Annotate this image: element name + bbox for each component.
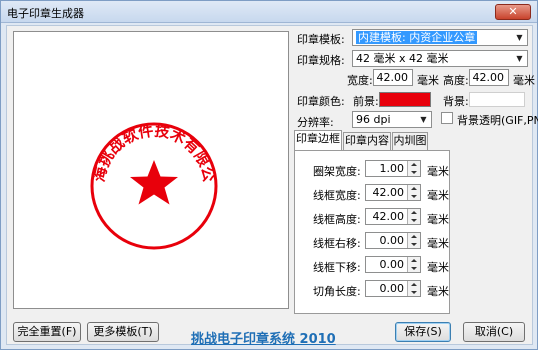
- field-spinner[interactable]: 1.00: [365, 160, 421, 177]
- field-spinner[interactable]: 0.00: [365, 256, 421, 273]
- field-spinner[interactable]: 0.00: [365, 232, 421, 249]
- field-label: 圈架宽度:: [313, 165, 361, 178]
- template-select[interactable]: 内建模板: 内资企业公章 ▼: [352, 29, 528, 46]
- transparent-label: 背景透明(GIF,PNG): [457, 114, 538, 127]
- tab-border[interactable]: 印章边框: [294, 130, 342, 150]
- resolution-value: 96 dpi: [356, 113, 391, 126]
- border-tab-panel: 圈架宽度: 1.00 毫米 线框宽度: 42.00 毫米 线框高度: 42.00: [294, 150, 450, 314]
- field-value: 42.00: [372, 186, 405, 199]
- spin-down-icon[interactable]: [411, 219, 417, 222]
- main-window: 电子印章生成器 ✕ 上海挑战软件技术有限公司 印章模板: 内建模板: 内资企业公…: [0, 0, 538, 350]
- spec-value: 42 毫米 x 42 毫米: [356, 52, 449, 65]
- field-label: 线框下移:: [313, 261, 361, 274]
- field-value: 0.00: [379, 234, 405, 247]
- spin-buttons[interactable]: [407, 281, 420, 296]
- tab-content[interactable]: 印章内容: [343, 132, 391, 150]
- field-label: 切角长度:: [313, 285, 361, 298]
- dialog-client: 上海挑战软件技术有限公司 印章模板: 内建模板: 内资企业公章 ▼ 印章规格: …: [6, 18, 538, 347]
- resolution-label: 分辨率:: [297, 116, 334, 129]
- field-unit: 毫米: [427, 237, 449, 250]
- width-unit: 毫米: [417, 74, 439, 87]
- height-field[interactable]: 42.00: [469, 69, 509, 86]
- spin-down-icon[interactable]: [411, 243, 417, 246]
- field-label: 线框右移:: [313, 237, 361, 250]
- field-unit: 毫米: [427, 261, 449, 274]
- spin-down-icon[interactable]: [411, 291, 417, 294]
- template-value: 内建模板: 内资企业公章: [356, 31, 478, 44]
- field-label: 线框高度:: [313, 213, 361, 226]
- spin-up-icon[interactable]: [411, 163, 417, 166]
- width-label: 宽度:: [347, 74, 373, 87]
- spin-down-icon[interactable]: [411, 195, 417, 198]
- spin-up-icon[interactable]: [411, 259, 417, 262]
- chevron-down-icon: ▼: [420, 115, 427, 124]
- field-value: 0.00: [379, 282, 405, 295]
- template-label: 印章模板:: [297, 33, 345, 46]
- color-label: 印章颜色:: [297, 95, 345, 108]
- spin-down-icon[interactable]: [411, 267, 417, 270]
- seal-graphic: 上海挑战软件技术有限公司: [6, 18, 218, 250]
- field-unit: 毫米: [427, 165, 449, 178]
- reset-button[interactable]: 完全重置(F): [13, 322, 81, 342]
- background-color-swatch[interactable]: [469, 92, 525, 107]
- spin-buttons[interactable]: [407, 161, 420, 176]
- spec-label: 印章规格:: [297, 54, 345, 67]
- spin-buttons[interactable]: [407, 257, 420, 272]
- width-field[interactable]: 42.00: [373, 69, 413, 86]
- seal-star: [130, 160, 178, 205]
- resolution-select[interactable]: 96 dpi ▼: [352, 111, 432, 128]
- field-value: 42.00: [372, 210, 405, 223]
- seal-text: 上海挑战软件技术有限公司: [14, 32, 218, 183]
- foreground-color-swatch[interactable]: [379, 92, 431, 107]
- field-unit: 毫米: [427, 213, 449, 226]
- spin-up-icon[interactable]: [411, 211, 417, 214]
- spin-buttons[interactable]: [407, 185, 420, 200]
- save-button[interactable]: 保存(S): [395, 322, 451, 342]
- field-unit: 毫米: [427, 285, 449, 298]
- field-spinner[interactable]: 42.00: [365, 208, 421, 225]
- close-button[interactable]: ✕: [495, 4, 531, 20]
- transparent-checkbox[interactable]: [441, 112, 453, 124]
- foreground-label: 前景:: [353, 95, 379, 108]
- spin-up-icon[interactable]: [411, 283, 417, 286]
- spin-down-icon[interactable]: [411, 171, 417, 174]
- spin-buttons[interactable]: [407, 209, 420, 224]
- more-templates-button[interactable]: 更多模板(T): [87, 322, 159, 342]
- seal-preview: 上海挑战软件技术有限公司: [6, 18, 289, 309]
- chevron-down-icon: ▼: [516, 54, 523, 63]
- field-unit: 毫米: [427, 189, 449, 202]
- field-value: 1.00: [379, 162, 405, 175]
- spec-select[interactable]: 42 毫米 x 42 毫米 ▼: [352, 50, 528, 67]
- field-spinner[interactable]: 42.00: [365, 184, 421, 201]
- tab-inner-image[interactable]: 内圳图: [392, 132, 428, 150]
- height-unit: 毫米: [513, 74, 535, 87]
- spin-up-icon[interactable]: [411, 187, 417, 190]
- footer-title-link[interactable]: 挑战电子印章系统 2010: [191, 328, 336, 347]
- height-label: 高度:: [443, 74, 469, 87]
- spin-up-icon[interactable]: [411, 235, 417, 238]
- field-spinner[interactable]: 0.00: [365, 280, 421, 297]
- cancel-button[interactable]: 取消(C): [463, 322, 525, 342]
- background-label: 背景:: [443, 95, 469, 108]
- spin-buttons[interactable]: [407, 233, 420, 248]
- window-title: 电子印章生成器: [7, 7, 84, 20]
- field-label: 线框宽度:: [313, 189, 361, 202]
- chevron-down-icon: ▼: [516, 33, 523, 42]
- field-value: 0.00: [379, 258, 405, 271]
- title-bar[interactable]: 电子印章生成器 ✕: [1, 1, 537, 23]
